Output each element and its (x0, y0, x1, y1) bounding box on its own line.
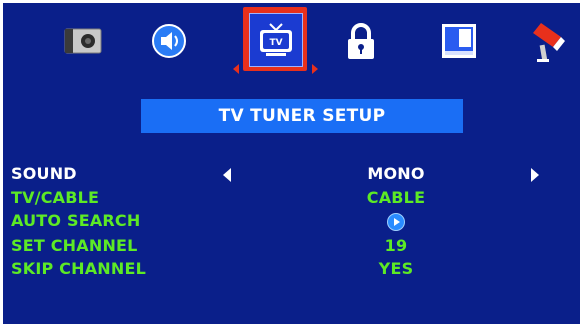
setting-row-skip-channel[interactable]: SKIP CHANNEL YES (11, 259, 571, 279)
sound-increase-arrow[interactable] (531, 168, 539, 182)
sound-value: MONO (367, 164, 425, 183)
setting-row-sound[interactable]: SOUND MONO (11, 164, 571, 184)
tv-cable-value: CABLE (366, 188, 426, 207)
play-icon[interactable] (387, 213, 405, 231)
camera-icon[interactable] (63, 25, 103, 55)
tv-cable-label: TV/CABLE (11, 188, 100, 207)
auto-search-label: AUTO SEARCH (11, 211, 141, 230)
page-title: TV TUNER SETUP (141, 99, 463, 133)
tv-icon[interactable]: TV (249, 13, 303, 67)
sound-decrease-arrow[interactable] (223, 168, 231, 182)
setting-row-set-channel[interactable]: SET CHANNEL 19 (11, 236, 571, 256)
tools-icon[interactable] (527, 19, 571, 65)
tab-right-arrow[interactable] (312, 64, 318, 74)
set-channel-label: SET CHANNEL (11, 236, 138, 255)
setting-row-tv-cable[interactable]: TV/CABLE CABLE (11, 188, 571, 208)
selected-tab-highlight: TV (243, 7, 307, 71)
speaker-icon[interactable] (151, 23, 187, 59)
skip-channel-label: SKIP CHANNEL (11, 259, 146, 278)
tv-menu-screen: TV TV TUNER SETUP SOUND MONO TV/CABLE CA… (3, 3, 580, 324)
setting-row-auto-search[interactable]: AUTO SEARCH (11, 211, 571, 231)
sound-label: SOUND (11, 164, 77, 183)
tv-icon-label: TV (269, 38, 282, 48)
tab-left-arrow[interactable] (233, 64, 239, 74)
image-icon[interactable] (439, 21, 479, 61)
set-channel-value: 19 (384, 236, 408, 255)
lock-icon[interactable] (343, 21, 379, 61)
skip-channel-value: YES (378, 259, 414, 278)
